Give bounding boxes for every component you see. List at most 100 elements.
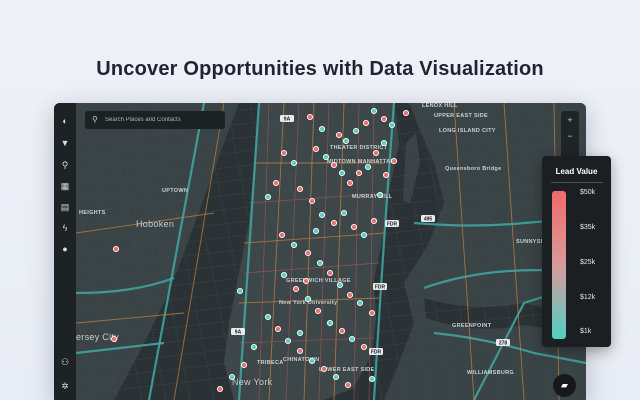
lead-marker xyxy=(216,385,224,393)
lead-marker xyxy=(240,361,248,369)
lead-marker xyxy=(335,131,343,139)
map-icon[interactable]: ▤ xyxy=(59,201,71,213)
lead-marker xyxy=(380,115,388,123)
lead-marker xyxy=(330,161,338,169)
search-bar[interactable]: ⚲ xyxy=(85,111,225,129)
lead-marker xyxy=(362,119,370,127)
map-label: Queensboro Bridge xyxy=(445,166,501,172)
map-label: LENOX HILL xyxy=(422,103,458,109)
route-icon[interactable]: ⚲ xyxy=(59,159,71,171)
lead-marker xyxy=(342,137,350,145)
map-label: UPPER EAST SIDE xyxy=(434,113,488,119)
calendar-icon[interactable]: ▦ xyxy=(59,180,71,192)
lead-marker xyxy=(304,249,312,257)
legend-tick: $1k xyxy=(580,328,592,335)
lead-marker xyxy=(346,179,354,187)
sidebar-rail: ◐ ▼ ⚲ ▦ ▤ ϟ ● ⚇ ✲ xyxy=(54,103,76,400)
lead-marker xyxy=(355,169,363,177)
chat-icon: ▰ xyxy=(561,380,568,390)
lead-marker xyxy=(296,329,304,337)
bolt-icon[interactable]: ϟ xyxy=(59,222,71,234)
lead-marker xyxy=(296,185,304,193)
lead-marker xyxy=(370,107,378,115)
map-canvas[interactable]: LENOX HILL UPPER EAST SIDE THEATER DISTRIC… xyxy=(54,103,586,400)
lead-marker xyxy=(368,375,376,383)
lead-marker xyxy=(264,313,272,321)
lead-marker xyxy=(336,281,344,289)
lead-marker xyxy=(272,179,280,187)
map-label: UPTOWN xyxy=(162,188,188,194)
lead-marker xyxy=(372,149,380,157)
lead-marker xyxy=(228,373,236,381)
lead-marker xyxy=(356,299,364,307)
lead-marker xyxy=(380,139,388,147)
lead-marker xyxy=(338,169,346,177)
lead-marker xyxy=(344,381,352,389)
lead-marker xyxy=(314,307,322,315)
lead-marker xyxy=(236,287,244,295)
lead-marker xyxy=(264,193,272,201)
lead-marker xyxy=(350,223,358,231)
map-label: MIDTOWN MANHATTAN xyxy=(327,159,395,165)
page-headline: Uncover Opportunities with Data Visualiz… xyxy=(96,58,544,80)
map-label: HEIGHTS xyxy=(79,210,106,216)
lead-marker xyxy=(290,241,298,249)
lead-marker xyxy=(296,347,304,355)
legend-title: Lead Value xyxy=(555,167,598,176)
logo-icon[interactable]: ◐ xyxy=(59,115,71,127)
lead-marker xyxy=(318,211,326,219)
lead-marker xyxy=(388,121,396,129)
lead-marker xyxy=(360,231,368,239)
lead-marker xyxy=(316,259,324,267)
lead-marker xyxy=(346,291,354,299)
lead-marker xyxy=(326,319,334,327)
lead-marker xyxy=(322,153,330,161)
settings-icon[interactable]: ✲ xyxy=(59,380,71,392)
lead-marker xyxy=(326,269,334,277)
lead-marker xyxy=(390,157,398,165)
map-label: Hoboken xyxy=(136,219,174,229)
lead-marker xyxy=(308,197,316,205)
legend-tick: $12k xyxy=(580,294,596,301)
search-input[interactable] xyxy=(105,117,215,123)
map-label: LONG ISLAND CITY xyxy=(439,128,496,134)
lead-marker xyxy=(348,335,356,343)
legend-tick: $35k xyxy=(580,224,596,231)
filter-icon[interactable]: ▼ xyxy=(59,137,71,149)
zoom-out-button[interactable]: − xyxy=(561,129,579,143)
lead-marker xyxy=(250,343,258,351)
zoom-control: + − xyxy=(561,111,579,159)
team-icon[interactable]: ⚇ xyxy=(59,356,71,368)
lead-marker xyxy=(360,343,368,351)
lead-marker xyxy=(318,125,326,133)
lead-marker xyxy=(110,335,118,343)
lead-marker xyxy=(330,219,338,227)
map-label: WILLIAMSBURG xyxy=(467,370,514,376)
lead-marker xyxy=(280,149,288,157)
lightbulb-icon[interactable]: ● xyxy=(59,243,71,255)
road-shield-label: 9A xyxy=(284,117,291,123)
zoom-in-button[interactable]: + xyxy=(561,113,579,127)
road-shield-label: FDR xyxy=(387,222,398,228)
lead-marker xyxy=(376,191,384,199)
legend-tick: $25k xyxy=(580,259,596,266)
legend-divider xyxy=(551,182,603,183)
road-shield-label: 495 xyxy=(424,217,433,223)
lead-marker xyxy=(278,231,286,239)
lead-marker xyxy=(338,327,346,335)
lead-marker xyxy=(302,277,310,285)
map-label: THEATER DISTRICT xyxy=(330,145,388,151)
lead-marker xyxy=(320,365,328,373)
map-label: GREENPOINT xyxy=(452,323,492,329)
road-shield-label: FDR xyxy=(371,350,382,356)
lead-marker xyxy=(284,337,292,345)
road-shield-label: FDR xyxy=(375,285,386,291)
lead-marker xyxy=(312,227,320,235)
road-shield-label: 9A xyxy=(235,330,242,336)
map-app-window: LENOX HILL UPPER EAST SIDE THEATER DISTRIC… xyxy=(54,103,586,400)
lead-marker xyxy=(290,159,298,167)
lead-marker xyxy=(312,145,320,153)
lead-marker xyxy=(280,271,288,279)
chat-button[interactable]: ▰ xyxy=(553,374,576,397)
lead-marker xyxy=(352,127,360,135)
